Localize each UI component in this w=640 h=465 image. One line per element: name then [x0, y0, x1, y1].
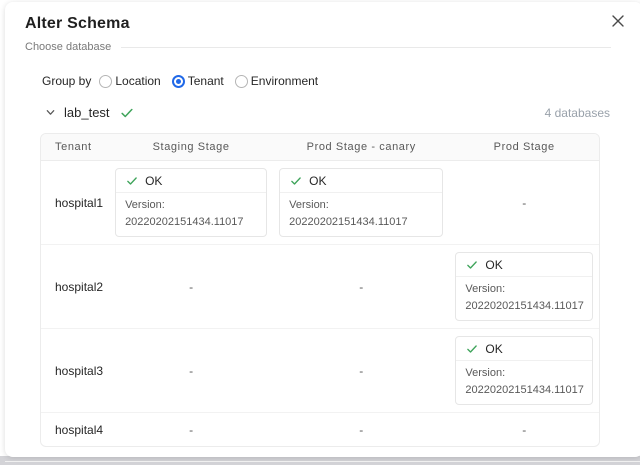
dialog-footer: Cancel Next: [5, 461, 640, 465]
status-label: OK: [485, 258, 502, 272]
status-label: OK: [485, 342, 502, 356]
version-label: Version:: [465, 365, 584, 382]
status-card[interactable]: OK Version: 20220202151434.11017: [115, 168, 267, 237]
status-card[interactable]: OK Version: 20220202151434.11017: [455, 252, 593, 321]
empty-cell: -: [273, 423, 449, 437]
radio-location[interactable]: Location: [99, 74, 160, 88]
version-label: Version:: [465, 281, 584, 298]
version-value: 20220202151434.11017: [289, 214, 434, 231]
empty-cell: -: [449, 196, 599, 210]
check-icon: [290, 175, 302, 187]
radio-circle-tenant[interactable]: [172, 75, 185, 88]
check-icon: [466, 343, 478, 355]
radio-tenant[interactable]: Tenant: [172, 74, 224, 88]
page-title: Alter Schema: [25, 15, 623, 33]
radio-label-location: Location: [115, 74, 160, 88]
tenant-name: hospital2: [41, 280, 109, 294]
empty-cell: -: [273, 280, 449, 294]
dialog-subtitle: Choose database: [25, 41, 111, 53]
version-value: 20220202151434.11017: [125, 214, 258, 231]
alter-schema-dialog: Alter Schema Choose database Group by Lo…: [5, 2, 640, 457]
table-header-row: Tenant Staging Stage Prod Stage - canary…: [41, 134, 599, 161]
group-by-radio-group: Group by Location Tenant Environment: [42, 74, 640, 88]
empty-cell: -: [109, 423, 273, 437]
status-label: OK: [145, 174, 162, 188]
radio-circle-environment[interactable]: [235, 75, 248, 88]
subtitle-divider: [121, 47, 611, 48]
version-value: 20220202151434.11017: [465, 298, 584, 315]
status-card[interactable]: OK Version: 20220202151434.11017: [279, 168, 443, 237]
table-row: hospital3 - - OK Version: 20220202151434…: [41, 329, 599, 413]
version-label: Version:: [289, 197, 434, 214]
table-row: hospital2 - - OK Version: 20220202151434…: [41, 245, 599, 329]
version-label: Version:: [125, 197, 258, 214]
column-header-prod-stage-canary: Prod Stage - canary: [273, 141, 449, 153]
status-card[interactable]: OK Version: 20220202151434.11017: [455, 336, 593, 405]
column-header-staging-stage: Staging Stage: [109, 141, 273, 153]
group-check-icon: [120, 106, 134, 120]
empty-cell: -: [109, 364, 273, 378]
dialog-header: Alter Schema Choose database: [5, 2, 640, 53]
tenant-name: hospital3: [41, 364, 109, 378]
chevron-down-icon[interactable]: [45, 107, 56, 118]
check-icon: [126, 175, 138, 187]
database-count-label: 4 databases: [545, 106, 610, 120]
column-header-prod-stage: Prod Stage: [449, 141, 599, 153]
table-row: hospital1 OK Version: 20220202151434.110…: [41, 161, 599, 245]
empty-cell: -: [273, 364, 449, 378]
group-by-label: Group by: [42, 74, 91, 88]
database-group-name[interactable]: lab_test: [64, 105, 110, 120]
empty-cell: -: [449, 423, 599, 437]
column-header-tenant: Tenant: [41, 141, 109, 153]
status-label: OK: [309, 174, 326, 188]
close-icon[interactable]: [609, 12, 627, 30]
empty-cell: -: [109, 280, 273, 294]
radio-label-tenant: Tenant: [188, 74, 224, 88]
radio-environment[interactable]: Environment: [235, 74, 318, 88]
databases-table: Tenant Staging Stage Prod Stage - canary…: [40, 133, 600, 447]
version-value: 20220202151434.11017: [465, 382, 584, 399]
check-icon: [466, 259, 478, 271]
database-group-row: lab_test 4 databases: [45, 105, 610, 120]
tenant-name: hospital4: [41, 423, 109, 437]
tenant-name: hospital1: [41, 196, 109, 210]
radio-circle-location[interactable]: [99, 75, 112, 88]
table-row: hospital4 - - -: [41, 413, 599, 446]
radio-label-environment: Environment: [251, 74, 318, 88]
